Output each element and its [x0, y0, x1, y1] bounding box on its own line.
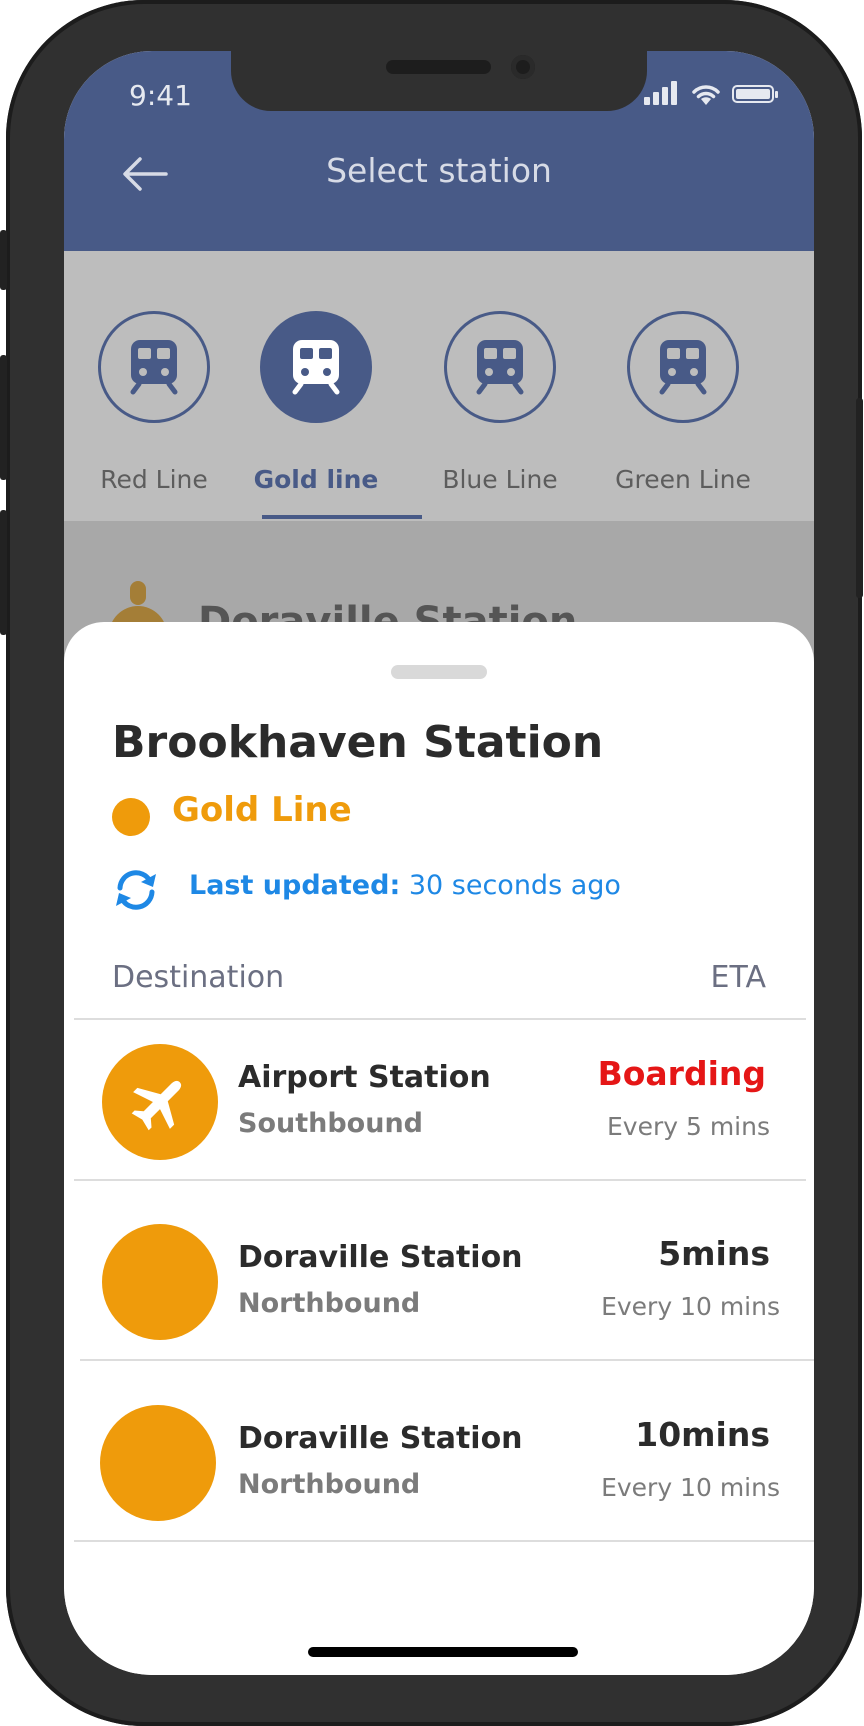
station-detail-sheet: Brookhaven Station Gold Line Last update…: [64, 622, 814, 1675]
direction: Northbound: [238, 1469, 421, 1500]
wifi-icon: [692, 85, 720, 105]
notch: [231, 51, 647, 111]
volume-down-button: [0, 510, 7, 635]
line-badge: [102, 1224, 218, 1340]
divider: [80, 1359, 814, 1361]
direction: Southbound: [238, 1108, 423, 1139]
status-time: 9:41: [129, 79, 192, 112]
gold-line-dot-icon: [112, 798, 150, 836]
departure-row[interactable]: Airport Station Southbound Boarding Ever…: [64, 1002, 814, 1182]
cellular-signal-icon: [644, 81, 680, 105]
tab-green-line[interactable]: Green Line: [593, 251, 773, 521]
train-icon: [98, 311, 210, 423]
direction: Northbound: [238, 1288, 421, 1319]
tab-label: Green Line: [615, 465, 751, 494]
speaker-grille: [386, 60, 491, 74]
airplane-icon: [131, 1080, 182, 1131]
line-marker-icon: [130, 581, 146, 605]
mute-switch: [0, 230, 7, 290]
destination-column-header: Destination: [112, 960, 285, 995]
tab-gold-line[interactable]: Gold line: [226, 251, 406, 521]
sheet-drag-handle[interactable]: [391, 665, 487, 679]
line-name: Gold Line: [172, 790, 352, 830]
train-icon: [627, 311, 739, 423]
train-icon: [444, 311, 556, 423]
destination-name: Airport Station: [238, 1060, 491, 1095]
eta-status: Boarding: [597, 1054, 766, 1093]
battery-icon: [732, 85, 778, 103]
tab-label: Blue Line: [442, 465, 558, 494]
front-camera: [511, 55, 535, 79]
departure-row[interactable]: Doraville Station Northbound 5mins Every…: [64, 1182, 814, 1362]
station-name: Brookhaven Station: [112, 717, 604, 768]
power-button: [856, 398, 863, 598]
tab-blue-line[interactable]: Blue Line: [410, 251, 590, 521]
destination-name: Doraville Station: [238, 1240, 523, 1275]
home-indicator[interactable]: [308, 1647, 578, 1657]
destination-name: Doraville Station: [238, 1421, 523, 1456]
status-icons: [644, 81, 784, 111]
line-badge: [100, 1405, 216, 1521]
screen: 9:41 Select station Red Line Gold line B…: [64, 51, 814, 1675]
frequency: Every 5 mins: [606, 1112, 770, 1141]
last-updated-label: Last updated:: [189, 870, 401, 901]
page-title: Select station: [326, 151, 552, 190]
frequency: Every 10 mins: [601, 1473, 780, 1502]
line-tabs: Red Line Gold line Blue Line Green Line: [64, 251, 814, 521]
eta-column-header: ETA: [710, 960, 766, 995]
last-updated-text: Last updated: 30 seconds ago: [189, 870, 621, 901]
departure-row[interactable]: Doraville Station Northbound 10mins Ever…: [64, 1363, 814, 1543]
divider: [74, 1179, 806, 1181]
tab-label: Gold line: [253, 465, 379, 494]
tab-label: Red Line: [100, 465, 208, 494]
refresh-icon[interactable]: [112, 868, 160, 912]
volume-up-button: [0, 355, 7, 480]
eta-value: 5mins: [658, 1234, 770, 1273]
frequency: Every 10 mins: [601, 1292, 780, 1321]
tab-red-line[interactable]: Red Line: [64, 251, 244, 521]
line-badge: [102, 1044, 218, 1160]
last-updated-value: 30 seconds ago: [408, 870, 621, 901]
divider: [74, 1540, 814, 1542]
active-tab-indicator: [262, 515, 422, 519]
phone-frame: 9:41 Select station Red Line Gold line B…: [0, 0, 863, 1726]
train-icon: [260, 311, 372, 423]
eta-value: 10mins: [635, 1415, 770, 1454]
